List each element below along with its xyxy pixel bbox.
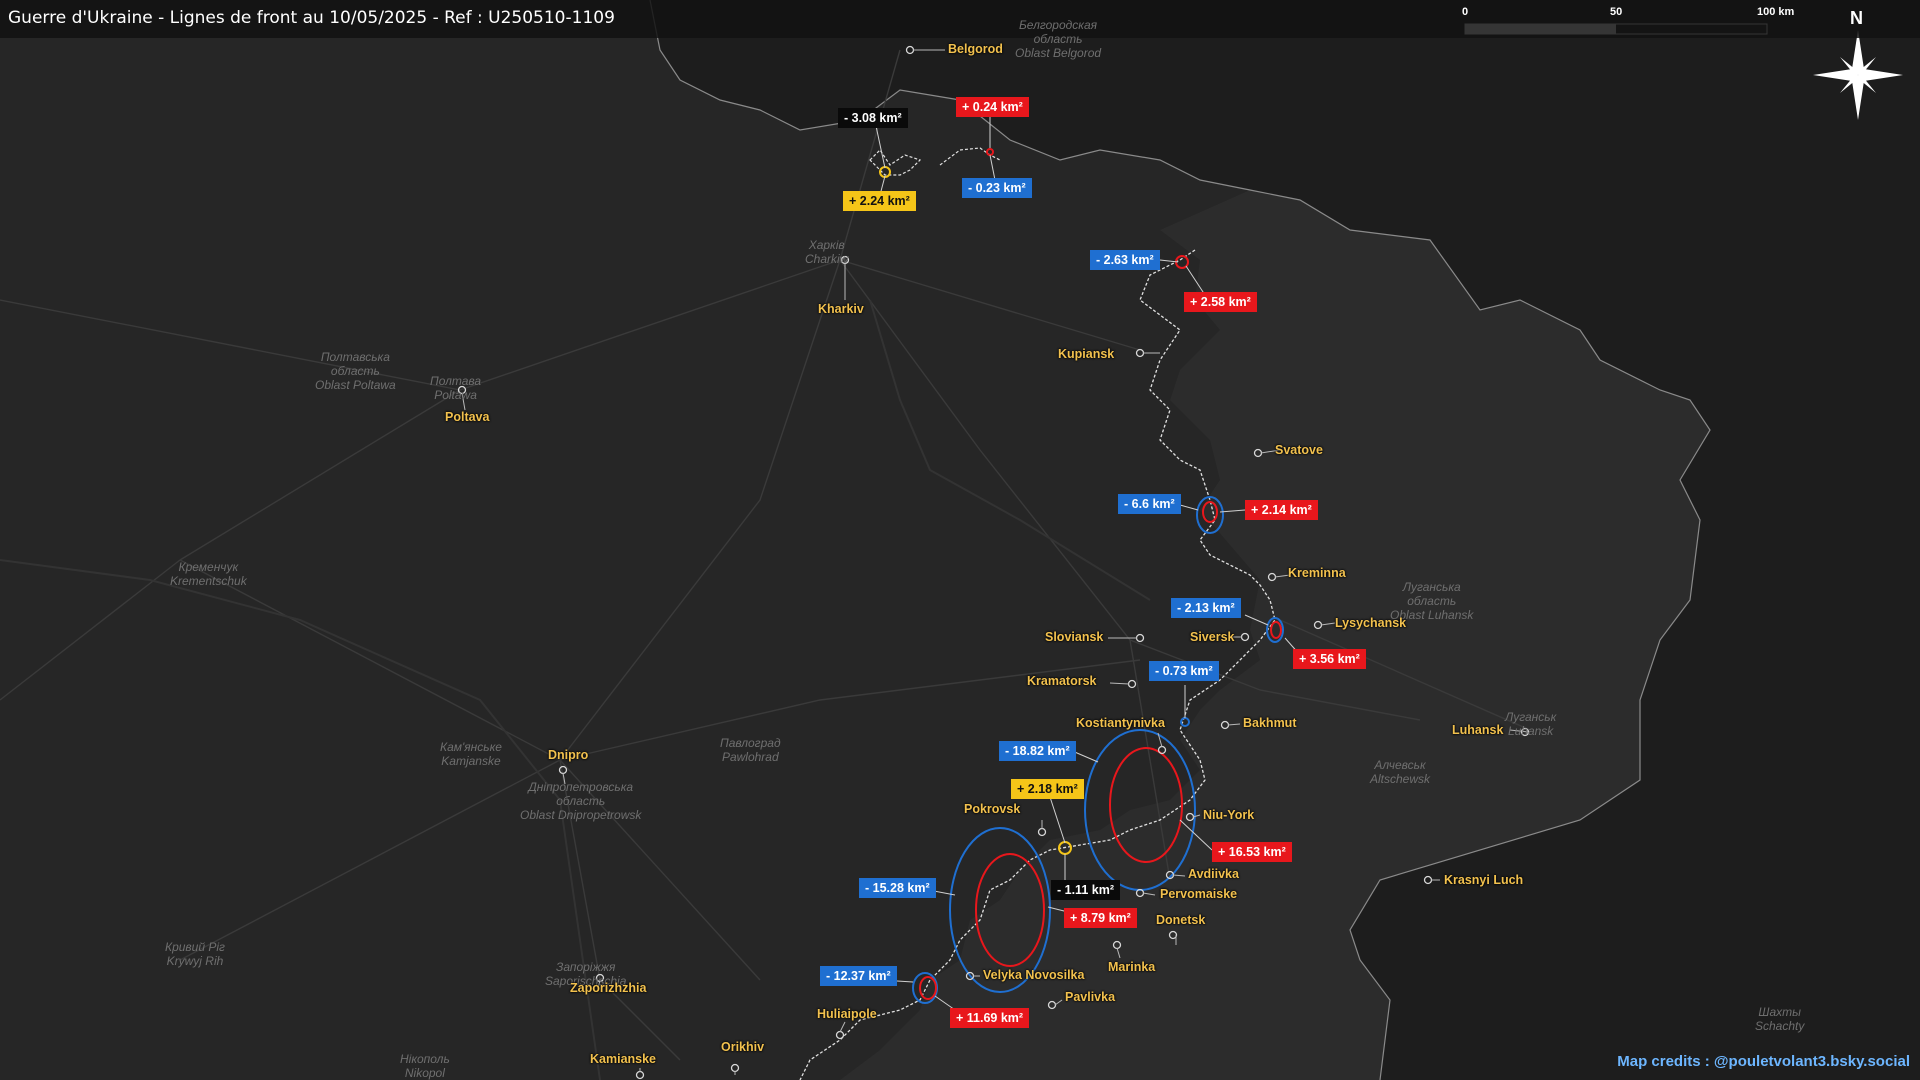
change-tag: - 3.08 km²	[838, 108, 908, 128]
region-label: Павлоград Pawlohrad	[720, 736, 781, 764]
city-label-kostiantynivka: Kostiantynivka	[1076, 716, 1165, 730]
scale-label-100: 100 km	[1757, 6, 1795, 18]
region-label: Нікополь Nikopol	[400, 1052, 450, 1080]
map-title: Guerre d'Ukraine - Lignes de front au 10…	[8, 8, 615, 28]
title-bar: Guerre d'Ukraine - Lignes de front au 10…	[0, 0, 1920, 38]
city-label-kharkiv: Kharkiv	[818, 302, 864, 316]
city-label-kramatorsk: Kramatorsk	[1027, 674, 1097, 688]
change-tag: + 0.24 km²	[956, 97, 1029, 117]
map-canvas[interactable]	[0, 0, 1920, 1080]
city-label-belgorod: Belgorod	[948, 42, 1003, 56]
region-label: Шахты Schachty	[1755, 1005, 1805, 1033]
change-tag: - 2.13 km²	[1171, 598, 1241, 618]
city-label-lysychansk: Lysychansk	[1335, 616, 1407, 630]
region-label: Дніпропетровська область Oblast Dnipropetr…	[520, 780, 642, 822]
north-label: N	[1850, 8, 1863, 28]
city-label-avdiivka: Avdiivka	[1188, 867, 1239, 881]
city-label-svatove: Svatove	[1275, 443, 1323, 457]
city-label-orikhiv: Orikhiv	[721, 1040, 765, 1054]
scale-label-0: 0	[1462, 6, 1469, 18]
city-label-niu-york: Niu-York	[1203, 808, 1255, 822]
region-label: Луганськ Luhansk	[1505, 710, 1557, 738]
city-label-siversk: Siversk	[1190, 630, 1235, 644]
city-label-huliaipole: Huliaipole	[817, 1007, 877, 1021]
region-label: Белгородская область Oblast Belgorod	[1015, 18, 1102, 60]
city-label-kupiansk: Kupiansk	[1058, 347, 1115, 361]
city-label-donetsk: Donetsk	[1156, 913, 1206, 927]
region-label: Кам'янське Kamjanske	[440, 740, 502, 768]
city-label-pavlivka: Pavlivka	[1065, 990, 1116, 1004]
city-label-kamianske: Kamianske	[590, 1052, 657, 1066]
change-tag: - 12.37 km²	[820, 966, 897, 986]
city-label-pervomaiske: Pervomaiske	[1160, 887, 1238, 901]
region-label: Кривий Ріг Krywyj Rih	[165, 940, 225, 968]
change-tag: - 0.23 km²	[962, 178, 1032, 198]
change-tag: - 6.6 km²	[1118, 494, 1181, 514]
change-tag: - 1.11 km²	[1051, 880, 1120, 900]
change-tag: - 18.82 km²	[999, 741, 1076, 761]
city-label-sloviansk: Sloviansk	[1045, 630, 1104, 644]
region-label: Полтавська область Oblast Poltawa	[315, 350, 396, 392]
change-tag: + 2.14 km²	[1245, 500, 1318, 520]
change-tag: - 15.28 km²	[859, 878, 936, 898]
change-tag: - 2.63 km²	[1090, 250, 1160, 270]
region-label: Алчевськ Altschewsk	[1370, 758, 1431, 786]
region-label: Кременчук Krementschuk	[170, 560, 247, 588]
city-label-marinka: Marinka	[1108, 960, 1156, 974]
city-label-velyka-novosilka: Velyka Novosilka	[983, 968, 1085, 982]
city-label-poltava: Poltava	[445, 410, 490, 424]
region-label: Харків Charkiw	[805, 238, 849, 266]
city-label-bakhmut: Bakhmut	[1243, 716, 1297, 730]
city-label-kreminna: Kreminna	[1288, 566, 1346, 580]
change-tag: - 0.73 km²	[1149, 661, 1219, 681]
city-label-luhansk: Luhansk	[1452, 723, 1504, 737]
change-tag: + 11.69 km²	[950, 1008, 1030, 1028]
city-label-krasnyi-luch: Krasnyi Luch	[1444, 873, 1524, 887]
change-tag: + 3.56 km²	[1293, 649, 1366, 669]
scale-label-50: 50	[1610, 6, 1623, 18]
city-label-dnipro: Dnipro	[548, 748, 589, 762]
region-label: Полтава Poltawa	[430, 374, 482, 402]
change-tag: + 2.18 km²	[1011, 779, 1084, 799]
change-tag: + 8.79 km²	[1064, 908, 1137, 928]
change-tag: + 2.58 km²	[1184, 292, 1257, 312]
change-tag: + 2.24 km²	[843, 191, 916, 211]
city-label-pokrovsk: Pokrovsk	[964, 802, 1021, 816]
city-label-zaporizhzhia: Zaporizhzhia	[570, 981, 647, 995]
change-tag: + 16.53 km²	[1212, 842, 1292, 862]
map-credits: Map credits : @pouletvolant3.bsky.social	[1617, 1053, 1910, 1070]
